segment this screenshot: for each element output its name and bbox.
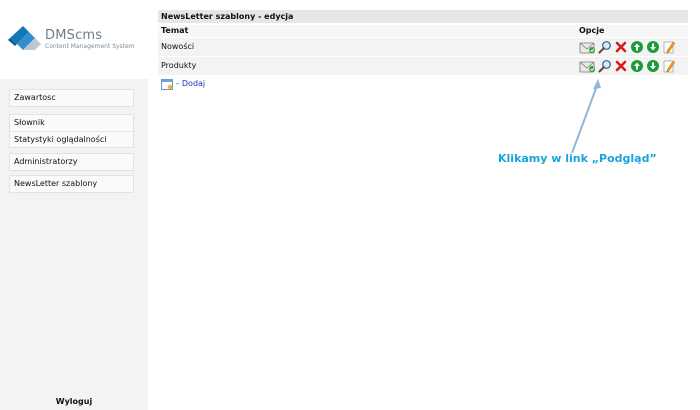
page-title: NewsLetter szablony - edycja: [158, 10, 688, 23]
logo: DMScms Content Management System: [0, 0, 148, 79]
preview-magnifier-icon[interactable]: [598, 59, 612, 73]
column-header-options: Opcje: [579, 26, 605, 35]
add-separator: -: [176, 79, 179, 88]
table-row: Nowości: [158, 38, 688, 56]
sidebar-item-administratorzy[interactable]: Administratorzy: [10, 154, 133, 170]
edit-pencil-icon[interactable]: [662, 40, 676, 54]
edit-pencil-icon[interactable]: [662, 59, 676, 73]
sidebar: DMScms Content Management System Zawarto…: [0, 0, 148, 410]
send-envelope-icon[interactable]: [579, 59, 596, 73]
annotation-text: Klikamy w link „Podgląd”: [498, 152, 657, 165]
delete-icon[interactable]: [614, 40, 628, 54]
row-options: [579, 40, 678, 54]
dmscms-logo-icon: [8, 26, 41, 50]
add-link[interactable]: Dodaj: [182, 76, 205, 92]
delete-icon[interactable]: [614, 59, 628, 73]
move-down-icon[interactable]: [646, 59, 660, 73]
table-header: Temat Opcje: [158, 25, 688, 37]
sidebar-item-statystyki[interactable]: Statystyki oglądalności: [10, 131, 133, 147]
move-up-icon[interactable]: [630, 40, 644, 54]
menu-group-newsletter: NewsLetter szablony: [9, 175, 134, 193]
row-options: [579, 59, 678, 73]
logo-title: DMScms: [45, 28, 103, 43]
table-row: Produkty: [158, 57, 688, 75]
send-envelope-icon[interactable]: [579, 40, 596, 54]
menu-group-admins: Administratorzy: [9, 153, 134, 171]
sidebar-item-slownik[interactable]: Słownik: [10, 115, 133, 131]
sidebar-item-zawartosc[interactable]: Zawartosc: [10, 90, 133, 106]
row-topic: Nowości: [161, 42, 195, 51]
preview-magnifier-icon[interactable]: [598, 40, 612, 54]
menu-group-content: Zawartosc: [9, 89, 134, 107]
move-up-icon[interactable]: [630, 59, 644, 73]
row-topic: Produkty: [161, 61, 197, 70]
menu-group-dictionary: Słownik Statystyki oglądalności: [9, 114, 134, 148]
sidebar-item-newsletter-szablony[interactable]: NewsLetter szablony: [10, 176, 133, 192]
logo-subtitle: Content Management System: [45, 43, 135, 50]
logout-link[interactable]: Wyloguj: [0, 397, 148, 406]
add-document-icon[interactable]: [161, 78, 173, 90]
column-header-topic: Temat: [161, 26, 189, 35]
move-down-icon[interactable]: [646, 40, 660, 54]
